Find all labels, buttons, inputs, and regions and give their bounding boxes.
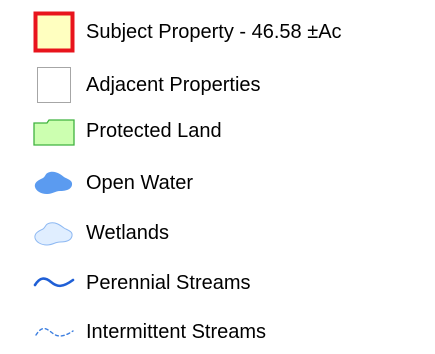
legend-item-wetlands: Wetlands (0, 211, 435, 255)
open-water-swatch (32, 161, 76, 205)
protected-land-swatch (32, 109, 76, 153)
legend-item-subject-property: Subject Property - 46.58 ±Ac (0, 10, 435, 54)
legend-item-open-water: Open Water (0, 161, 435, 205)
legend-label-wetlands: Wetlands (86, 222, 170, 244)
intermittent-stream-dashed-line (32, 310, 76, 354)
legend-label-protected-land: Protected Land (86, 120, 222, 142)
map-legend: Subject Property - 46.58 ±Ac Adjacent Pr… (0, 0, 435, 349)
legend-label-intermittent-streams: Intermittent Streams (86, 321, 267, 343)
legend-item-intermittent-streams: Intermittent Streams (0, 310, 435, 354)
legend-item-adjacent-properties: Adjacent Properties (0, 63, 435, 107)
legend-label-perennial-streams: Perennial Streams (86, 272, 251, 294)
legend-label-adjacent-properties: Adjacent Properties (86, 74, 261, 96)
legend-item-perennial-streams: Perennial Streams (0, 261, 435, 305)
legend-label-open-water: Open Water (86, 172, 194, 194)
legend-item-protected-land: Protected Land (0, 109, 435, 153)
legend-label-subject-property: Subject Property - 46.58 ±Ac (86, 21, 342, 43)
adjacent-properties-swatch (32, 63, 76, 107)
wetlands-swatch (32, 211, 76, 255)
perennial-stream-line (32, 261, 76, 305)
subject-property-swatch (32, 10, 76, 54)
